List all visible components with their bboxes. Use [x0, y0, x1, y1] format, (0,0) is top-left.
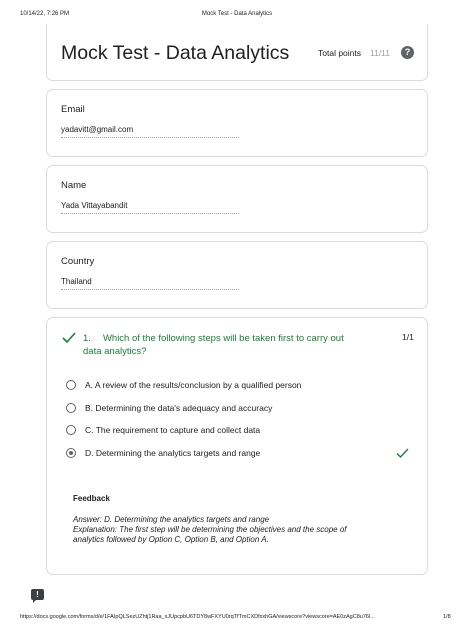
country-underline	[61, 289, 239, 290]
question-text: 1. Which of the following steps will be t…	[83, 332, 363, 358]
question-card: 1. Which of the following steps will be t…	[46, 317, 428, 575]
name-card: Name Yada Vittayabandit	[46, 165, 428, 233]
total-points: Total points 11/11	[318, 48, 390, 58]
radio-option-b[interactable]	[66, 403, 76, 413]
question-score: 1/1	[402, 332, 414, 342]
question-label: Which of the following steps will be tak…	[83, 333, 344, 357]
option-correct-check-icon	[396, 448, 409, 459]
report-problem-icon[interactable]: !	[31, 589, 44, 603]
total-points-value: 11/11	[370, 48, 391, 58]
option-b[interactable]: B. Determining the data's adequacy and a…	[66, 403, 406, 417]
name-underline	[61, 213, 239, 214]
print-url: https://docs.google.com/forms/d/e/1FAIpQ…	[20, 614, 375, 620]
print-footer: https://docs.google.com/forms/d/e/1FAIpQ…	[0, 612, 474, 624]
country-card: Country Thailand	[46, 241, 428, 309]
name-label: Name	[61, 180, 87, 191]
option-d[interactable]: D. Determining the analytics targets and…	[66, 448, 409, 462]
option-a-label: A. A review of the results/conclusion by…	[85, 380, 302, 390]
feedback-text: Answer: D. Determining the analytics tar…	[73, 515, 347, 544]
feedback-title: Feedback	[73, 494, 110, 503]
help-icon[interactable]: ?	[401, 46, 414, 59]
radio-option-c[interactable]	[66, 425, 76, 435]
print-header: 10/14/22, 7:26 PM Mock Test - Data Analy…	[0, 8, 474, 22]
email-value: yadavitt@gmail.com	[61, 125, 134, 134]
form-title: Mock Test - Data Analytics	[61, 42, 290, 64]
correct-check-icon	[62, 332, 76, 344]
country-label: Country	[61, 256, 95, 267]
email-card: Email yadavitt@gmail.com	[46, 89, 428, 157]
question-number: 1.	[83, 333, 91, 344]
print-page-title: Mock Test - Data Analytics	[201, 11, 273, 17]
radio-option-a[interactable]	[66, 380, 76, 390]
total-points-label: Total points	[318, 48, 361, 58]
radio-option-d[interactable]	[66, 448, 76, 458]
option-c[interactable]: C. The requirement to capture and collec…	[66, 425, 406, 439]
option-d-label: D. Determining the analytics targets and…	[85, 448, 261, 458]
email-label: Email	[61, 104, 85, 115]
print-page-number: 1/8	[443, 614, 451, 620]
form-header-card: Mock Test - Data Analytics Total points 1…	[46, 24, 428, 81]
name-value: Yada Vittayabandit	[61, 201, 128, 210]
option-c-label: C. The requirement to capture and collec…	[85, 425, 261, 435]
country-value: Thailand	[61, 277, 92, 286]
email-underline	[61, 137, 239, 138]
option-a[interactable]: A. A review of the results/conclusion by…	[66, 380, 406, 394]
option-b-label: B. Determining the data's adequacy and a…	[85, 403, 273, 413]
